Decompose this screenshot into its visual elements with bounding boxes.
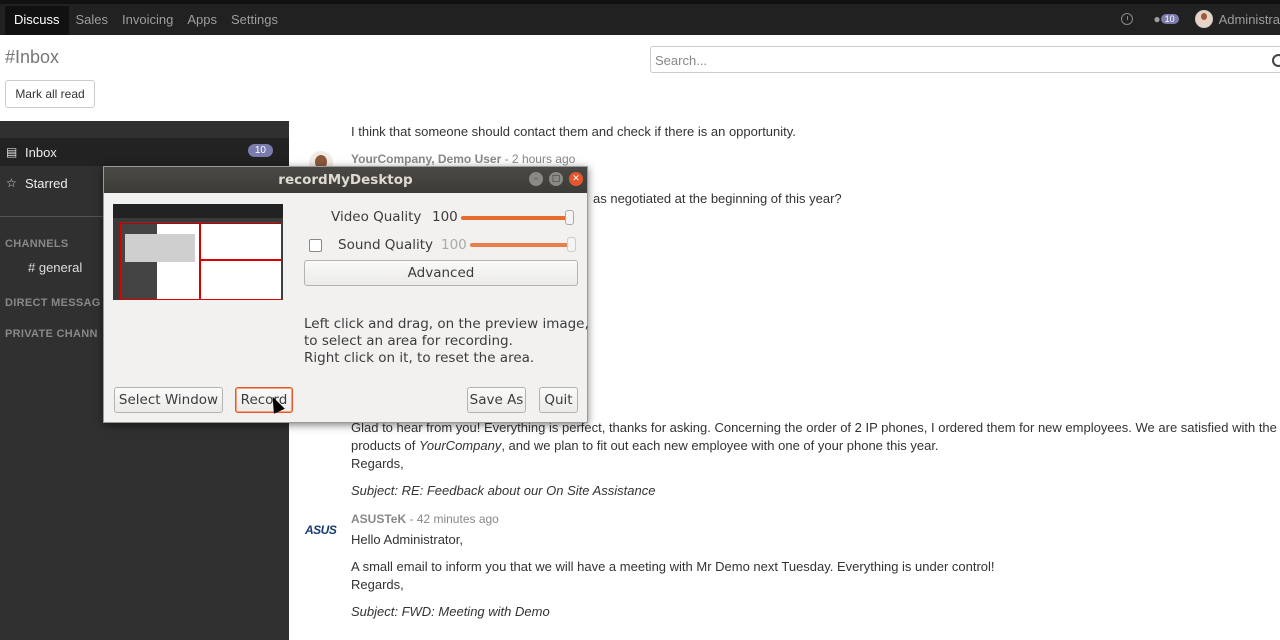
sidebar-item-label: Starred <box>25 175 68 191</box>
video-quality-value: 100 <box>432 209 458 225</box>
message-time: - 2 hours ago <box>501 152 576 166</box>
window-titlebar[interactable]: recordMyDesktop <box>104 167 587 193</box>
sound-quality-value: 100 <box>441 237 467 253</box>
inbox-icon: ▤ <box>6 145 18 159</box>
top-navbar: Discuss Sales Invoicing Apps Settings ● … <box>0 0 1280 35</box>
message-body: Regards, <box>351 577 404 592</box>
company-name: YourCompany <box>418 438 502 453</box>
sound-quality-slider[interactable] <box>470 243 571 247</box>
menu-apps[interactable]: Apps <box>180 6 224 35</box>
control-panel: #Inbox Mark all read Search... <box>0 35 1280 122</box>
video-quality-label: Video Quality <box>331 209 422 225</box>
sound-quality-label: Sound Quality <box>338 237 434 253</box>
user-menu[interactable]: Administra <box>1219 12 1280 27</box>
sidebar-item-general[interactable]: # general <box>28 260 82 275</box>
message-body: A small email to inform you that we will… <box>351 559 995 574</box>
sound-quality-checkbox[interactable] <box>309 239 322 252</box>
channels-header[interactable]: CHANNELS <box>5 238 69 250</box>
direct-messages-header[interactable]: DIRECT MESSAG <box>5 297 101 309</box>
advanced-button[interactable]: Advanced <box>304 260 578 286</box>
instruction-line: Left click and drag, on the preview imag… <box>304 316 589 332</box>
instruction-line: to select an area for recording. <box>304 333 513 349</box>
selection-guide <box>199 259 282 261</box>
message-subject: Subject: RE: Feedback about our On Site … <box>351 483 656 498</box>
screen-preview[interactable] <box>113 204 283 300</box>
close-icon[interactable]: ✕ <box>569 172 583 186</box>
recordmydesktop-window: recordMyDesktop – □ ✕ Video Quality 100 … <box>103 166 589 423</box>
select-window-button[interactable]: Select Window <box>114 387 223 413</box>
maximize-icon[interactable]: □ <box>549 172 563 186</box>
sound-slider-handle[interactable] <box>567 237 576 252</box>
selection-area <box>120 222 282 300</box>
systray: ● 10 Administra <box>1121 10 1280 28</box>
instructions-text: Left click and drag, on the preview imag… <box>304 316 589 367</box>
message-body: products of YourCompany, and we plan to … <box>351 438 939 453</box>
message-body: Regards, <box>351 456 404 471</box>
preview-topbar <box>113 204 283 218</box>
menu-discuss[interactable]: Discuss <box>5 6 69 35</box>
inbox-count-badge: 10 <box>247 144 273 157</box>
message-body: as negotiated at the beginning of this y… <box>593 191 842 206</box>
private-channels-header[interactable]: PRIVATE CHANN <box>5 328 98 340</box>
page-title: #Inbox <box>5 47 60 67</box>
search-input[interactable]: Search... <box>650 46 1280 73</box>
message-author: ASUSTeK - 42 minutes ago <box>351 512 499 526</box>
search-icon[interactable] <box>1272 54 1280 67</box>
video-slider-handle[interactable] <box>565 210 574 225</box>
messages-count-badge: 10 <box>1160 14 1179 24</box>
minimize-icon[interactable]: – <box>529 172 543 186</box>
mark-all-read-button[interactable]: Mark all read <box>5 80 95 108</box>
message-subject: Subject: FWD: Meeting with Demo <box>351 604 550 619</box>
star-icon: ☆ <box>6 176 17 190</box>
menu-sales[interactable]: Sales <box>69 6 116 35</box>
window-title: recordMyDesktop <box>278 172 413 188</box>
messages-icon[interactable]: ● <box>1153 12 1160 26</box>
menu-invoicing[interactable]: Invoicing <box>115 6 180 35</box>
record-button[interactable]: Record <box>235 387 293 413</box>
author-name[interactable]: YourCompany, Demo User <box>351 152 501 166</box>
sidebar-item-inbox[interactable]: ▤ Inbox 10 <box>0 138 289 166</box>
user-avatar[interactable] <box>1194 10 1213 28</box>
selection-guide <box>199 222 201 300</box>
message-body: I think that someone should contact them… <box>351 124 796 139</box>
quit-button[interactable]: Quit <box>539 387 578 413</box>
message-time: - 42 minutes ago <box>406 512 499 526</box>
save-as-button[interactable]: Save As <box>467 387 526 413</box>
activity-clock-icon[interactable] <box>1121 13 1134 25</box>
asus-logo[interactable]: ASUS <box>305 523 337 537</box>
video-quality-slider[interactable] <box>461 216 571 220</box>
instruction-line: Right click on it, to reset the area. <box>304 350 535 366</box>
text-segment: , and we plan to fit out each new employ… <box>501 438 939 453</box>
app-menu: Discuss Sales Invoicing Apps Settings <box>5 6 285 35</box>
sidebar-item-label: Inbox <box>25 144 57 160</box>
message-author: YourCompany, Demo User - 2 hours ago <box>351 152 575 166</box>
author-name[interactable]: ASUSTeK <box>351 512 406 526</box>
message-body: Hello Administrator, <box>351 532 463 547</box>
text-segment: products of <box>351 438 419 453</box>
menu-settings[interactable]: Settings <box>224 6 285 35</box>
